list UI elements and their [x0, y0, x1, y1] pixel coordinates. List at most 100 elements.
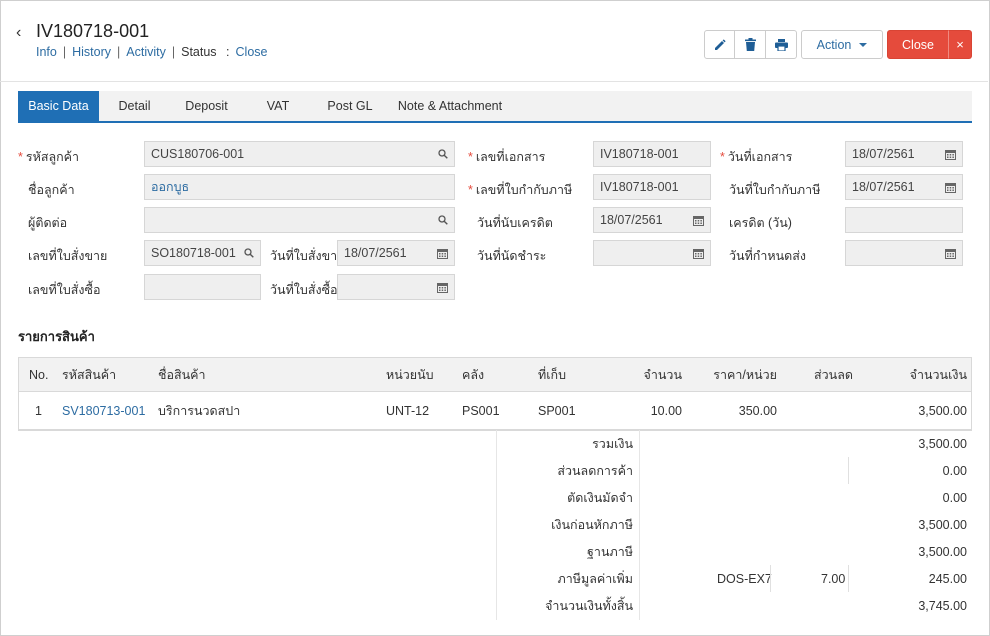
page-header: ‹ IV180718-001 Info | History | Activity | Sta…: [0, 0, 988, 82]
credit-days-field[interactable]: [845, 207, 963, 233]
close-button[interactable]: Close: [887, 30, 949, 59]
tax-invoice-date-label: วันที่ใบกำกับภาษี: [729, 183, 821, 197]
print-button[interactable]: [765, 30, 797, 59]
summary-row-vat: ภาษีมูลค่าเพิ่ม DOS-EX7 7.00 245.00: [497, 565, 973, 592]
doc-no-label: * เลขที่เอกสาร: [468, 150, 546, 164]
summary-row-total: รวมเงิน 3,500.00: [592, 436, 967, 451]
tab-basic-data[interactable]: Basic Data: [18, 91, 99, 121]
vat-divider: [770, 565, 771, 592]
link-activity[interactable]: Activity: [126, 45, 166, 59]
tab-post-gl[interactable]: Post GL: [313, 91, 387, 121]
doc-date-field[interactable]: 18/07/2561: [845, 141, 963, 167]
calendar-icon[interactable]: [437, 241, 448, 265]
caret-down-icon: [859, 42, 868, 47]
credit-start-field[interactable]: 18/07/2561: [593, 207, 711, 233]
col-warehouse[interactable]: คลัง: [462, 358, 484, 391]
calendar-icon[interactable]: [693, 208, 704, 232]
calendar-icon[interactable]: [945, 175, 956, 199]
customer-code-field[interactable]: CUS180706-001: [144, 141, 455, 167]
tax-invoice-no-label: * เลขที่ใบกำกับภาษี: [468, 183, 573, 197]
col-no[interactable]: No.: [29, 358, 48, 391]
page-title: IV180718-001: [36, 21, 150, 41]
printer-icon: [774, 38, 788, 51]
summary-row-deposit: ตัดเงินมัดจำ 0.00: [567, 490, 967, 505]
contact-field[interactable]: [144, 207, 455, 233]
search-icon[interactable]: [438, 208, 448, 232]
close-icon[interactable]: ×: [948, 30, 972, 59]
row-discount: [779, 392, 853, 429]
vat-rate-divider: [848, 565, 849, 592]
col-location[interactable]: ที่เก็บ: [538, 358, 566, 391]
col-amount[interactable]: จำนวนเงิน: [859, 358, 967, 391]
table-header: No. รหัสสินค้า ชื่อสินค้า หน่วยนับ คลัง …: [19, 358, 971, 392]
tab-deposit[interactable]: Deposit: [170, 91, 243, 121]
po-no-label: เลขที่ใบสั่งซื้อ: [28, 283, 101, 297]
tax-invoice-date-field[interactable]: 18/07/2561: [845, 174, 963, 200]
doc-date-label: * วันที่เอกสาร: [720, 150, 793, 164]
so-no-label: เลขที่ใบสั่งขาย: [28, 249, 108, 263]
contact-label: ผู้ติดต่อ: [28, 216, 68, 230]
delivery-date-label: วันที่กำหนดส่ง: [729, 249, 807, 263]
doc-no-field[interactable]: IV180718-001: [593, 141, 711, 167]
col-product-code[interactable]: รหัสสินค้า: [62, 358, 116, 391]
vat-code: DOS-EX7: [717, 571, 772, 586]
status-colon: :: [226, 45, 230, 59]
tab-bar: Basic Data Detail Deposit VAT Post GL No…: [18, 91, 972, 123]
link-history[interactable]: History: [72, 45, 111, 59]
po-date-field[interactable]: [337, 274, 455, 300]
link-info[interactable]: Info: [36, 45, 57, 59]
po-date-label: วันที่ใบสั่งซื้อ: [270, 283, 338, 297]
search-icon[interactable]: [438, 142, 448, 166]
row-location: SP001: [538, 403, 576, 418]
summary-row-tax-base: ฐานภาษี 3,500.00: [587, 544, 967, 559]
row-product-code-link[interactable]: SV180713-001: [62, 392, 145, 429]
calendar-icon[interactable]: [693, 241, 704, 265]
items-table: No. รหัสสินค้า ชื่อสินค้า หน่วยนับ คลัง …: [18, 357, 972, 431]
calendar-icon[interactable]: [437, 275, 448, 299]
items-section-title: รายการสินค้า: [18, 329, 95, 344]
summary-row-trade-discount: ส่วนลดการค้า 0.00: [497, 457, 973, 484]
search-icon[interactable]: [244, 241, 254, 265]
row-amount: 3,500.00: [918, 403, 967, 418]
action-dropdown-button[interactable]: Action: [801, 30, 883, 59]
due-date-field[interactable]: [593, 240, 711, 266]
header-nav-links: Info | History | Activity | Status : Close: [36, 45, 268, 59]
summary-row-before-tax: เงินก่อนหักภาษี 3,500.00: [551, 517, 967, 532]
summary-row-grand-total: จำนวนเงินทั้งสิ้น 3,745.00: [545, 598, 967, 613]
pencil-icon: [714, 39, 725, 50]
tab-vat[interactable]: VAT: [243, 91, 313, 121]
col-unit-price[interactable]: ราคา/หน่วย: [689, 358, 777, 391]
vat-rate: 7.00: [821, 571, 846, 586]
po-no-field[interactable]: [144, 274, 261, 300]
col-quantity[interactable]: จำนวน: [609, 358, 682, 391]
row-no: 1: [35, 403, 42, 418]
col-unit[interactable]: หน่วยนับ: [386, 358, 434, 391]
delete-button[interactable]: [734, 30, 766, 59]
calendar-icon[interactable]: [945, 241, 956, 265]
tax-invoice-no-field[interactable]: IV180718-001: [593, 174, 711, 200]
customer-name-field[interactable]: ออกบูธ: [144, 174, 455, 200]
status-label: Status: [181, 45, 217, 59]
row-unit-price: 350.00: [738, 403, 777, 418]
calendar-icon[interactable]: [945, 142, 956, 166]
so-date-label: วันที่ใบสั่งขาย: [270, 249, 345, 263]
credit-days-label: เครดิต (วัน): [729, 216, 792, 230]
edit-button[interactable]: [704, 30, 735, 59]
so-no-field[interactable]: SO180718-001: [144, 240, 261, 266]
chevron-left-icon[interactable]: ‹: [16, 24, 21, 42]
customer-code-label: * รหัสลูกค้า: [18, 150, 80, 164]
credit-start-label: วันที่นับเครดิต: [477, 216, 553, 230]
so-date-field[interactable]: 18/07/2561: [337, 240, 455, 266]
row-unit: UNT-12: [386, 403, 430, 418]
tab-note-attachment[interactable]: Note & Attachment: [387, 91, 513, 121]
discount-divider: [848, 457, 849, 484]
table-row[interactable]: 1 SV180713-001 บริการนวดสปา UNT-12 PS001…: [19, 392, 971, 430]
col-product-name[interactable]: ชื่อสินค้า: [158, 358, 206, 391]
row-quantity: 10.00: [650, 403, 682, 418]
row-product-name: บริการนวดสปา: [158, 403, 241, 418]
delivery-date-field[interactable]: [845, 240, 963, 266]
status-value[interactable]: Close: [236, 45, 268, 59]
tab-detail[interactable]: Detail: [99, 91, 170, 121]
col-discount[interactable]: ส่วนลด: [779, 358, 853, 391]
trash-icon: [744, 38, 756, 51]
